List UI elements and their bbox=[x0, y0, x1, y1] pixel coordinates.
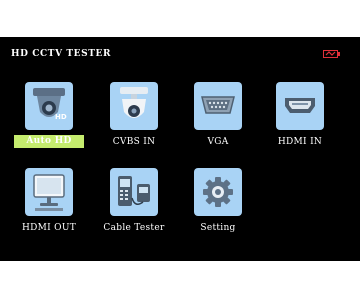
menu-item-label: Cable Tester bbox=[103, 223, 165, 233]
battery-low-icon bbox=[323, 50, 338, 58]
menu-item-cable-tester[interactable]: Cable Tester bbox=[96, 168, 172, 268]
vga-port-icon bbox=[194, 82, 242, 130]
menu-item-hdmi-in[interactable]: HDMI IN bbox=[262, 82, 338, 182]
menu-item-setting[interactable]: Setting bbox=[180, 168, 256, 268]
menu-item-label: Auto HD bbox=[14, 135, 84, 148]
menu-item-auto-hd[interactable]: HD Auto HD bbox=[11, 82, 87, 182]
dome-camera-hd-icon: HD bbox=[25, 82, 73, 130]
svg-text:HD: HD bbox=[55, 113, 67, 121]
battery-nub bbox=[338, 52, 340, 56]
page-title: HD CCTV TESTER bbox=[11, 49, 112, 59]
gear-icon bbox=[194, 168, 242, 216]
menu-item-label: VGA bbox=[207, 137, 229, 147]
tester-screen: HD CCTV TESTER HD Auto HD CVBS IN VGA HD… bbox=[0, 37, 360, 261]
menu-item-label: CVBS IN bbox=[112, 137, 156, 147]
hdmi-port-icon bbox=[276, 82, 324, 130]
menu-item-hdmi-out[interactable]: HDMI OUT bbox=[11, 168, 87, 268]
menu-item-label: HDMI IN bbox=[277, 137, 323, 147]
monitor-icon bbox=[25, 168, 73, 216]
menu-item-label: Setting bbox=[200, 223, 236, 233]
menu-item-label: HDMI OUT bbox=[21, 223, 77, 233]
dome-camera-icon bbox=[110, 82, 158, 130]
menu-item-vga[interactable]: VGA bbox=[180, 82, 256, 182]
cable-tester-icon bbox=[110, 168, 158, 216]
menu-item-cvbs-in[interactable]: CVBS IN bbox=[96, 82, 172, 182]
